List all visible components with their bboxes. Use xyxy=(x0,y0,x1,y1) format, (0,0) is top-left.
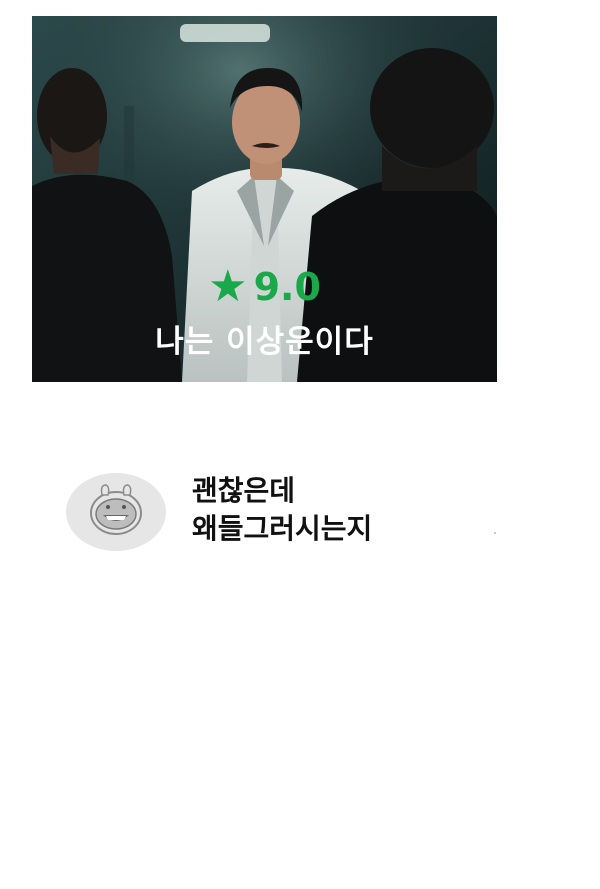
rating-value: 9.0 xyxy=(253,265,321,309)
rabbit-face-icon xyxy=(90,484,142,535)
divider-dot xyxy=(494,532,496,534)
star-icon: ★ xyxy=(208,261,248,312)
comment-text: 괜찮은데 왜들그러시는지 xyxy=(192,472,492,548)
movie-title: 나는 이상운이다 xyxy=(155,324,374,360)
comment-line-2: 왜들그러시는지 xyxy=(192,512,373,545)
avatar xyxy=(66,473,166,551)
movie-poster: ★ 9.0 나는 이상운이다 xyxy=(32,16,497,382)
comment-line-1: 괜찮은데 xyxy=(192,474,296,507)
rating: ★ 9.0 xyxy=(32,265,497,310)
